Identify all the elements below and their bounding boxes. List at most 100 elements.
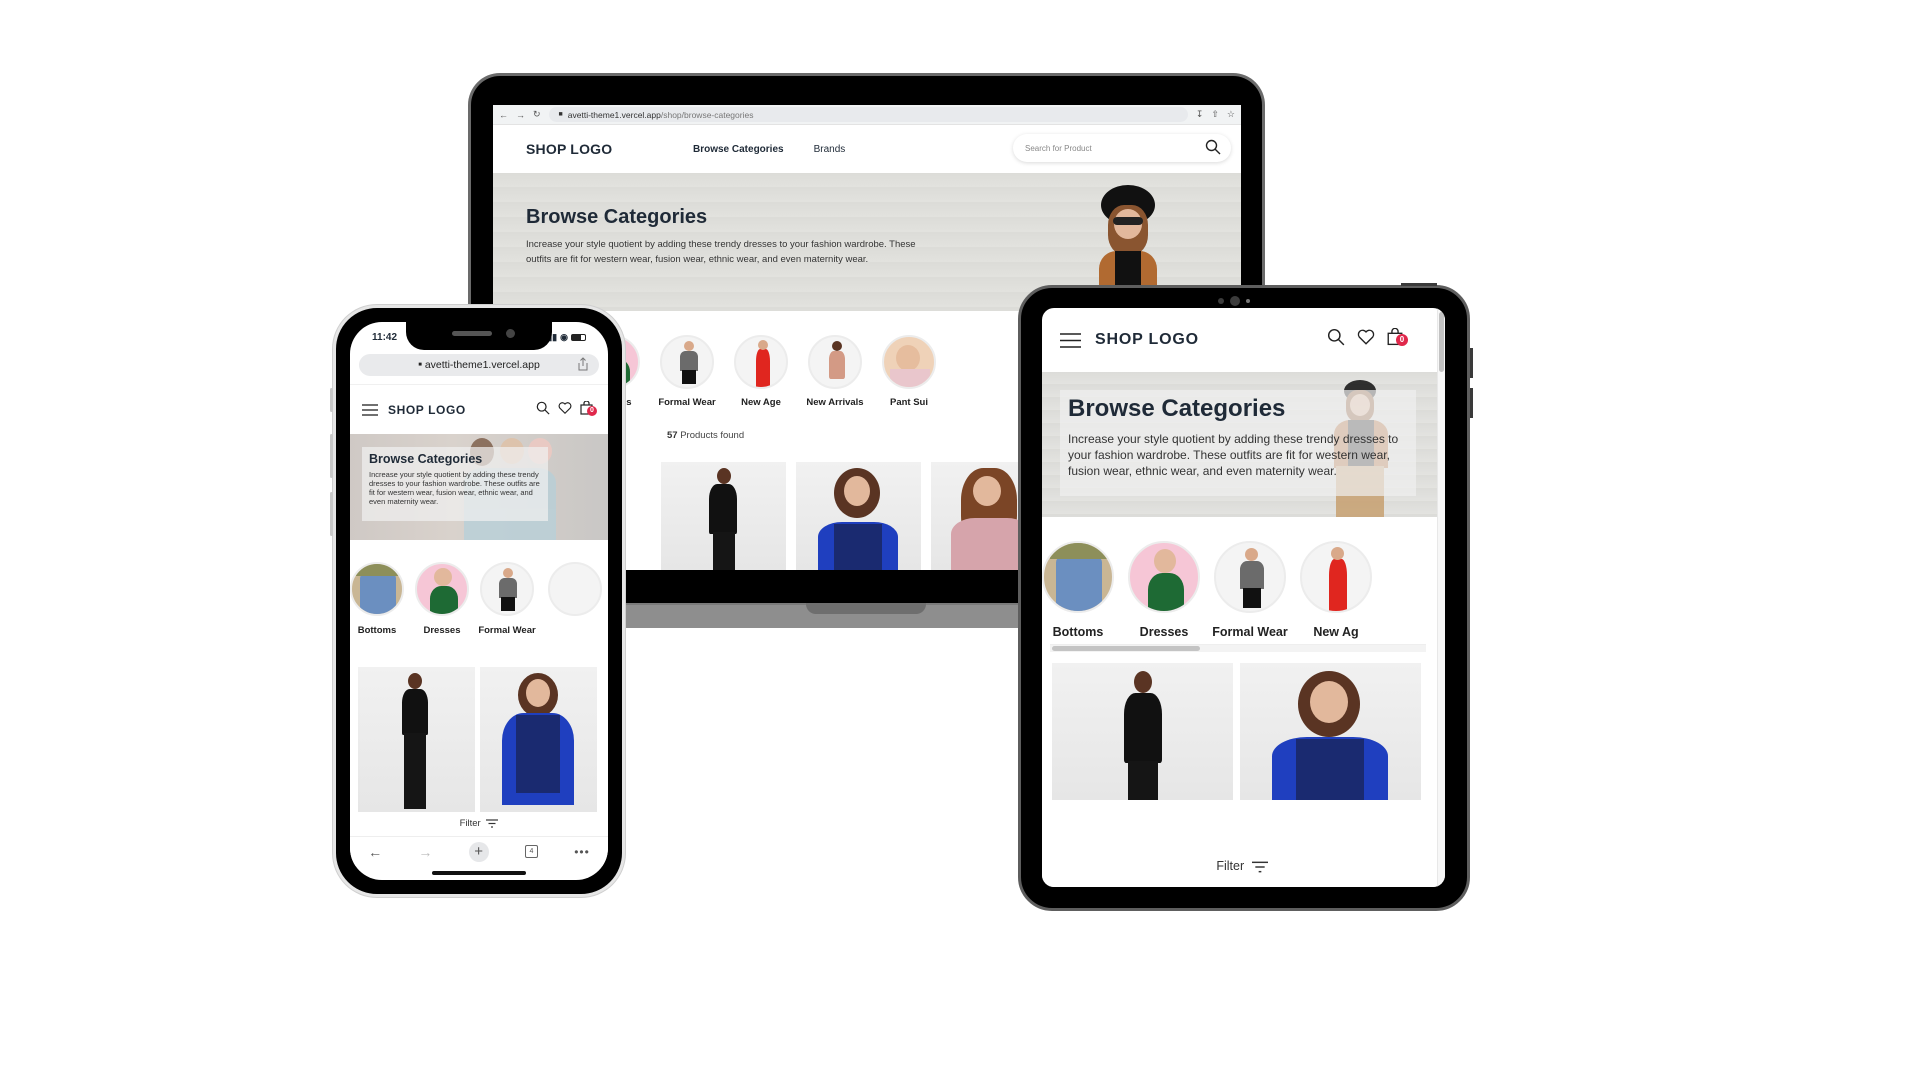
- tabs-count-button[interactable]: 4: [524, 845, 538, 858]
- tablet-power-button: [1401, 283, 1437, 286]
- share-icon[interactable]: [577, 357, 589, 371]
- category-item[interactable]: New Ag: [1286, 541, 1386, 639]
- forward-arrow-icon[interactable]: →: [516, 110, 525, 120]
- category-label: Formal Wear: [1212, 625, 1288, 639]
- download-icon[interactable]: ↧: [1196, 109, 1204, 120]
- category-image: [808, 335, 862, 389]
- search-icon[interactable]: [1205, 139, 1221, 155]
- header-actions: 0: [536, 400, 597, 416]
- category-item[interactable]: Formal Wear: [472, 562, 542, 636]
- cart-count-badge: 0: [1396, 334, 1408, 346]
- shop-logo[interactable]: SHOP LOGO: [526, 141, 612, 157]
- category-item[interactable]: Dresses: [407, 562, 477, 636]
- category-image: [734, 335, 788, 389]
- nav-browse-categories[interactable]: Browse Categories: [693, 144, 784, 155]
- search-icon[interactable]: [536, 401, 550, 415]
- category-item[interactable]: Dresses: [1114, 541, 1214, 639]
- wishlist-heart-icon[interactable]: [558, 401, 572, 415]
- home-indicator[interactable]: [432, 871, 526, 875]
- products-count: 57: [667, 430, 678, 441]
- category-item[interactable]: New Age: [721, 335, 801, 408]
- page-scrollbar[interactable]: [1437, 308, 1445, 887]
- scrollbar-thumb[interactable]: [1052, 646, 1200, 651]
- hero-description: Increase your style quotient by adding t…: [1068, 432, 1399, 478]
- wifi-icon: ◉: [560, 331, 568, 342]
- back-arrow-icon[interactable]: ←: [368, 844, 382, 860]
- category-label: New Arrivals: [806, 397, 864, 408]
- new-tab-plus-icon[interactable]: +: [468, 841, 489, 862]
- star-icon[interactable]: ☆: [1227, 109, 1235, 120]
- hero-text-box: Browse Categories Increase your style qu…: [1060, 390, 1416, 496]
- category-label: New Ag: [1313, 625, 1359, 639]
- back-arrow-icon[interactable]: ←: [499, 110, 508, 120]
- hamburger-menu-icon[interactable]: [362, 403, 378, 416]
- front-camera: [506, 329, 515, 338]
- category-label: Formal Wear: [478, 625, 536, 636]
- status-icons: ▮▮ ◉: [547, 332, 586, 343]
- cart-button[interactable]: 0: [1387, 327, 1408, 346]
- category-item[interactable]: [540, 562, 608, 616]
- more-options-icon[interactable]: •••: [574, 845, 590, 859]
- address-bar[interactable]: ■ avetti-theme1.vercel.app: [359, 354, 599, 376]
- category-label: Dresses: [423, 625, 461, 636]
- phone-device: 11:42 ▮▮ ◉ ■ avetti-theme1.vercel.app SH…: [330, 305, 625, 897]
- product-card[interactable]: [796, 462, 921, 570]
- hamburger-menu-icon[interactable]: [1060, 332, 1081, 348]
- site-header: SHOP LOGO Browse Categories Brands Searc…: [493, 125, 1241, 173]
- main-nav: Browse Categories Brands: [693, 144, 845, 155]
- category-label: Dresses: [1139, 625, 1189, 639]
- tablet-cameras: [1218, 296, 1250, 306]
- filter-icon: [486, 819, 499, 828]
- category-item[interactable]: Bottoms: [350, 562, 412, 636]
- category-item[interactable]: Formal Wear: [1200, 541, 1300, 639]
- product-card[interactable]: [661, 462, 786, 570]
- scrollbar-thumb[interactable]: [1439, 312, 1444, 372]
- products-found: 57 Products found: [667, 430, 744, 441]
- category-item[interactable]: New Arrivals: [795, 335, 875, 408]
- reload-icon[interactable]: ↻: [533, 109, 541, 120]
- filter-button[interactable]: Filter: [1042, 848, 1442, 887]
- category-label: New Age: [741, 397, 781, 408]
- product-card[interactable]: [358, 667, 475, 812]
- category-scrollbar[interactable]: [1050, 644, 1426, 652]
- phone-notch: [406, 322, 552, 350]
- product-grid: [358, 667, 602, 812]
- hero-text-box: Browse Categories Increase your style qu…: [362, 447, 548, 521]
- battery-icon: [571, 333, 586, 341]
- hero-banner: Browse Categories Increase your style qu…: [1042, 372, 1445, 517]
- product-card[interactable]: [1240, 663, 1421, 800]
- product-card[interactable]: [1052, 663, 1233, 800]
- page-title: Browse Categories: [369, 452, 483, 466]
- category-image: [415, 562, 469, 616]
- wishlist-heart-icon[interactable]: [1357, 328, 1375, 346]
- tablet-screen: SHOP LOGO 0 Browse Categories Increase y…: [1042, 308, 1445, 887]
- header-actions: 0: [1327, 327, 1408, 346]
- hero-description: Increase your style quotient by adding t…: [369, 470, 540, 506]
- category-image: [548, 562, 602, 616]
- shop-logo[interactable]: SHOP LOGO: [1095, 331, 1199, 349]
- page-title: Browse Categories: [1068, 395, 1286, 422]
- lock-icon: ■: [418, 362, 422, 368]
- site-header: SHOP LOGO 0: [350, 384, 608, 434]
- category-image: [882, 335, 936, 389]
- product-card[interactable]: [480, 667, 597, 812]
- search-input[interactable]: Search for Product: [1013, 134, 1231, 162]
- hero-banner: Browse Categories Increase your style qu…: [350, 434, 608, 540]
- category-carousel: Bottoms Dresses Formal Wear New Ag: [1042, 517, 1445, 647]
- address-bar[interactable]: ■ avetti-theme1.vercel.app/shop/browse-c…: [548, 107, 1188, 122]
- search-placeholder: Search for Product: [1025, 143, 1092, 153]
- search-icon[interactable]: [1327, 328, 1345, 346]
- browser-bottom-toolbar: ← → + 4 •••: [350, 836, 608, 866]
- nav-brands[interactable]: Brands: [814, 144, 846, 155]
- url-path: /shop/browse-categories: [660, 109, 754, 120]
- share-icon[interactable]: ⇧: [1211, 109, 1219, 120]
- forward-arrow-icon[interactable]: →: [418, 844, 432, 860]
- shop-logo[interactable]: SHOP LOGO: [388, 403, 466, 417]
- cart-count-badge: 0: [587, 406, 597, 416]
- filter-button[interactable]: Filter: [350, 812, 608, 836]
- category-item[interactable]: Formal Wear: [647, 335, 727, 408]
- tablet-volume-up: [1470, 348, 1473, 378]
- category-item[interactable]: Pant Sui: [869, 335, 949, 408]
- cart-button[interactable]: 0: [580, 400, 597, 416]
- product-grid: [1052, 663, 1426, 800]
